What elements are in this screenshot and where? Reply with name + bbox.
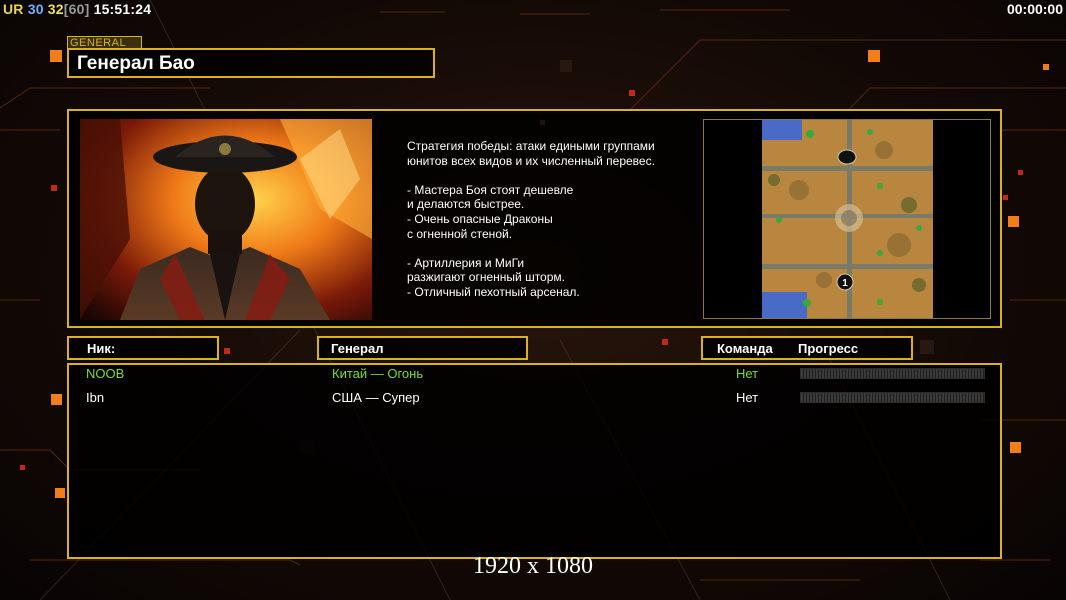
player-team[interactable]: Нет xyxy=(736,366,758,381)
header-progress-label: Прогресс xyxy=(798,341,859,356)
hud-value-3: [60] xyxy=(63,1,90,17)
header-general-label: Генерал xyxy=(331,341,384,356)
player-progress-bar xyxy=(800,368,985,379)
player-general[interactable]: США — Супер xyxy=(332,390,420,405)
player-progress-bar xyxy=(800,392,985,403)
player-nick: NOOB xyxy=(86,366,125,381)
player-general[interactable]: Китай — Огонь xyxy=(332,366,423,381)
general-portrait xyxy=(80,119,372,320)
general-title: Генерал Бао xyxy=(67,48,435,78)
header-nick: Ник: xyxy=(67,336,219,360)
hud-clock: 15:51:24 xyxy=(93,1,152,17)
game-timer: 00:00:00 xyxy=(1006,1,1063,17)
hud-stats: UR 30 32[60] 15:51:24 xyxy=(3,1,151,17)
header-nick-label: Ник: xyxy=(87,341,116,356)
general-description: Стратегия победы: атаки едиными группами… xyxy=(407,139,655,299)
map-preview[interactable]: 1 xyxy=(703,119,991,319)
hud-value-1: 30 xyxy=(27,1,44,17)
hud-ur: UR xyxy=(3,1,24,17)
resolution-watermark: 1920 x 1080 xyxy=(473,553,593,579)
map-start-marker: 1 xyxy=(842,278,848,289)
player-team[interactable]: Нет xyxy=(736,390,758,405)
player-nick: Ibn xyxy=(86,390,105,405)
header-team-progress: Команда Прогресс xyxy=(701,336,913,360)
header-team-label: Команда xyxy=(717,341,773,356)
header-general: Генерал xyxy=(317,336,528,360)
hud-value-2: 32 xyxy=(47,1,64,17)
